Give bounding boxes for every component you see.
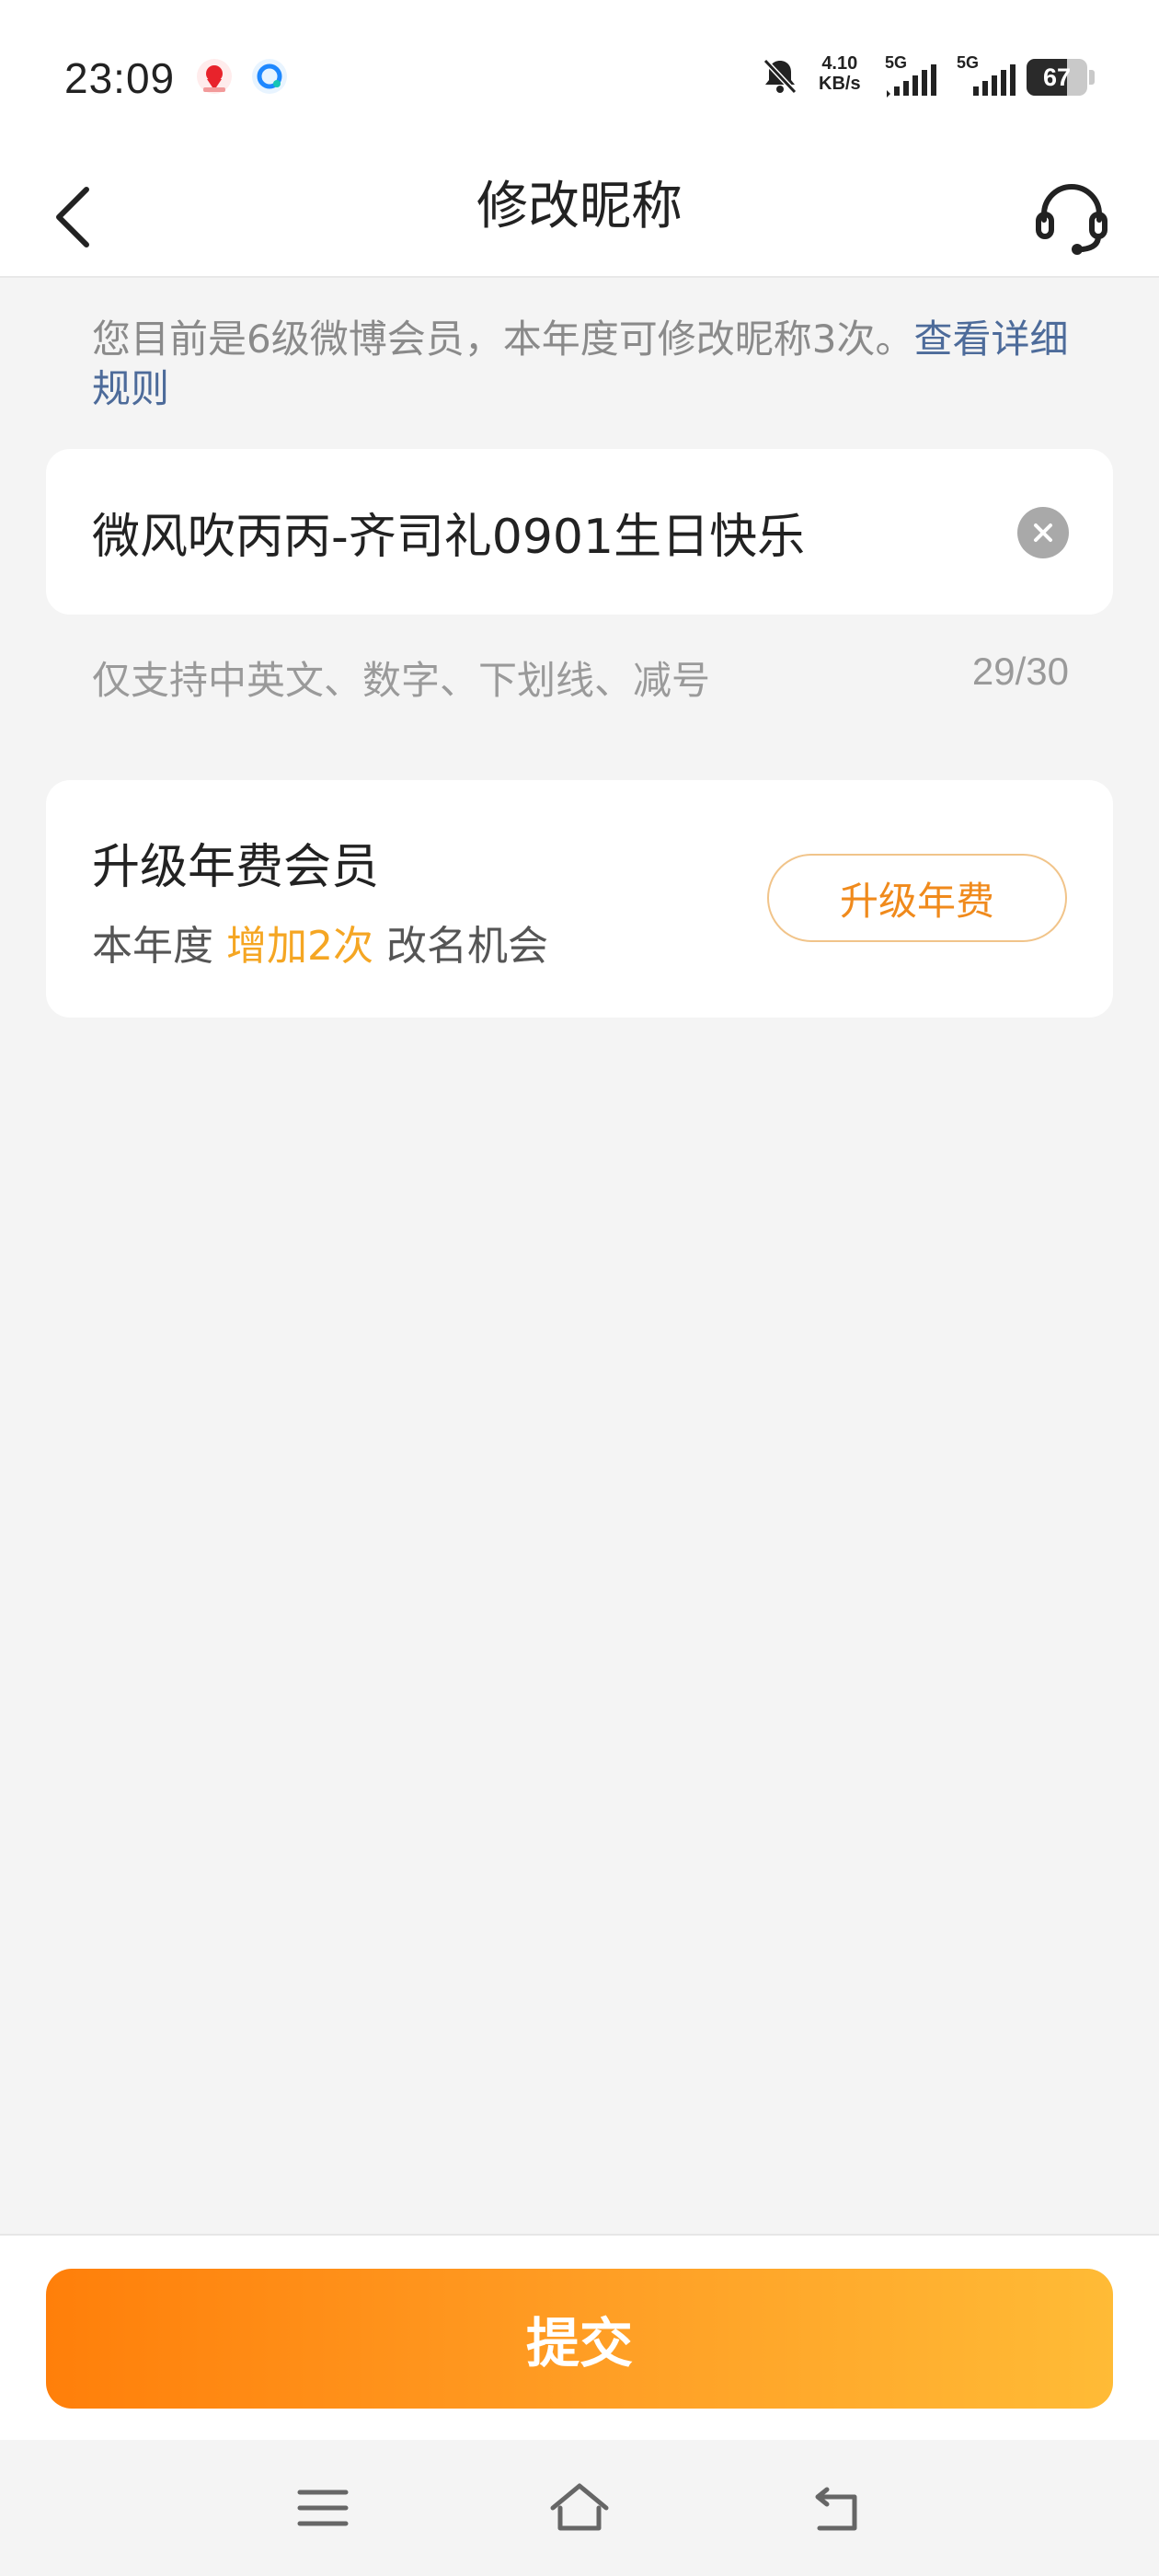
battery-percent: 67 [1042,63,1072,91]
network-speed-unit: KB/s [819,74,861,94]
network-speed-value: 4.10 [821,53,858,74]
back-icon [815,2487,857,2531]
menu-icon [297,2490,349,2526]
system-back-button[interactable] [797,2471,879,2545]
upgrade-annual-button[interactable]: 升级年费 [767,854,1067,942]
membership-notice: 您目前是6级微博会员，本年度可修改昵称3次。查看详细规则 [92,315,1085,414]
upgrade-highlight: 增加2次 [226,923,373,970]
upgrade-subtitle-suffix: 改名机会 [373,923,548,970]
nickname-input[interactable] [92,449,1030,615]
system-nav-bar [0,2440,1159,2576]
app-notification-icon-blue [252,59,287,94]
app-notification-icon-red [197,59,232,94]
upgrade-subtitle-prefix: 本年度 [92,923,226,970]
upgrade-subtitle: 本年度 增加2次 改名机会 [92,913,548,972]
page-title: 修改昵称 [476,177,683,236]
system-home-button[interactable] [538,2471,621,2545]
headset-icon [1036,184,1107,255]
clear-icon [1034,523,1052,542]
nickname-hint: 仅支持中英文、数字、下划线、减号 [92,658,711,703]
upgrade-card: 升级年费会员 本年度 增加2次 改名机会 升级年费 [46,780,1113,1018]
battery-icon: 67 [1027,59,1087,96]
system-menu-button[interactable] [281,2471,364,2545]
customer-service-button[interactable] [1021,166,1122,267]
battery-tip [1089,70,1095,85]
char-counter: 29/30 [971,650,1069,693]
home-icon [550,2483,609,2531]
status-time: 23:09 [64,54,176,102]
network-speed: 4.10 KB/s [819,53,861,94]
submit-button[interactable]: 提交 [46,2269,1113,2409]
clear-button[interactable] [1017,507,1069,558]
nav-header: 修改昵称 [0,156,1159,278]
bell-off-icon [760,55,800,99]
notice-text: 您目前是6级微博会员，本年度可修改昵称3次。 [92,316,914,362]
upgrade-title: 升级年费会员 [92,840,380,895]
status-bar: 23:09 4.10 KB/s 5G 5G 67 [0,0,1159,156]
nickname-input-card [46,449,1113,615]
